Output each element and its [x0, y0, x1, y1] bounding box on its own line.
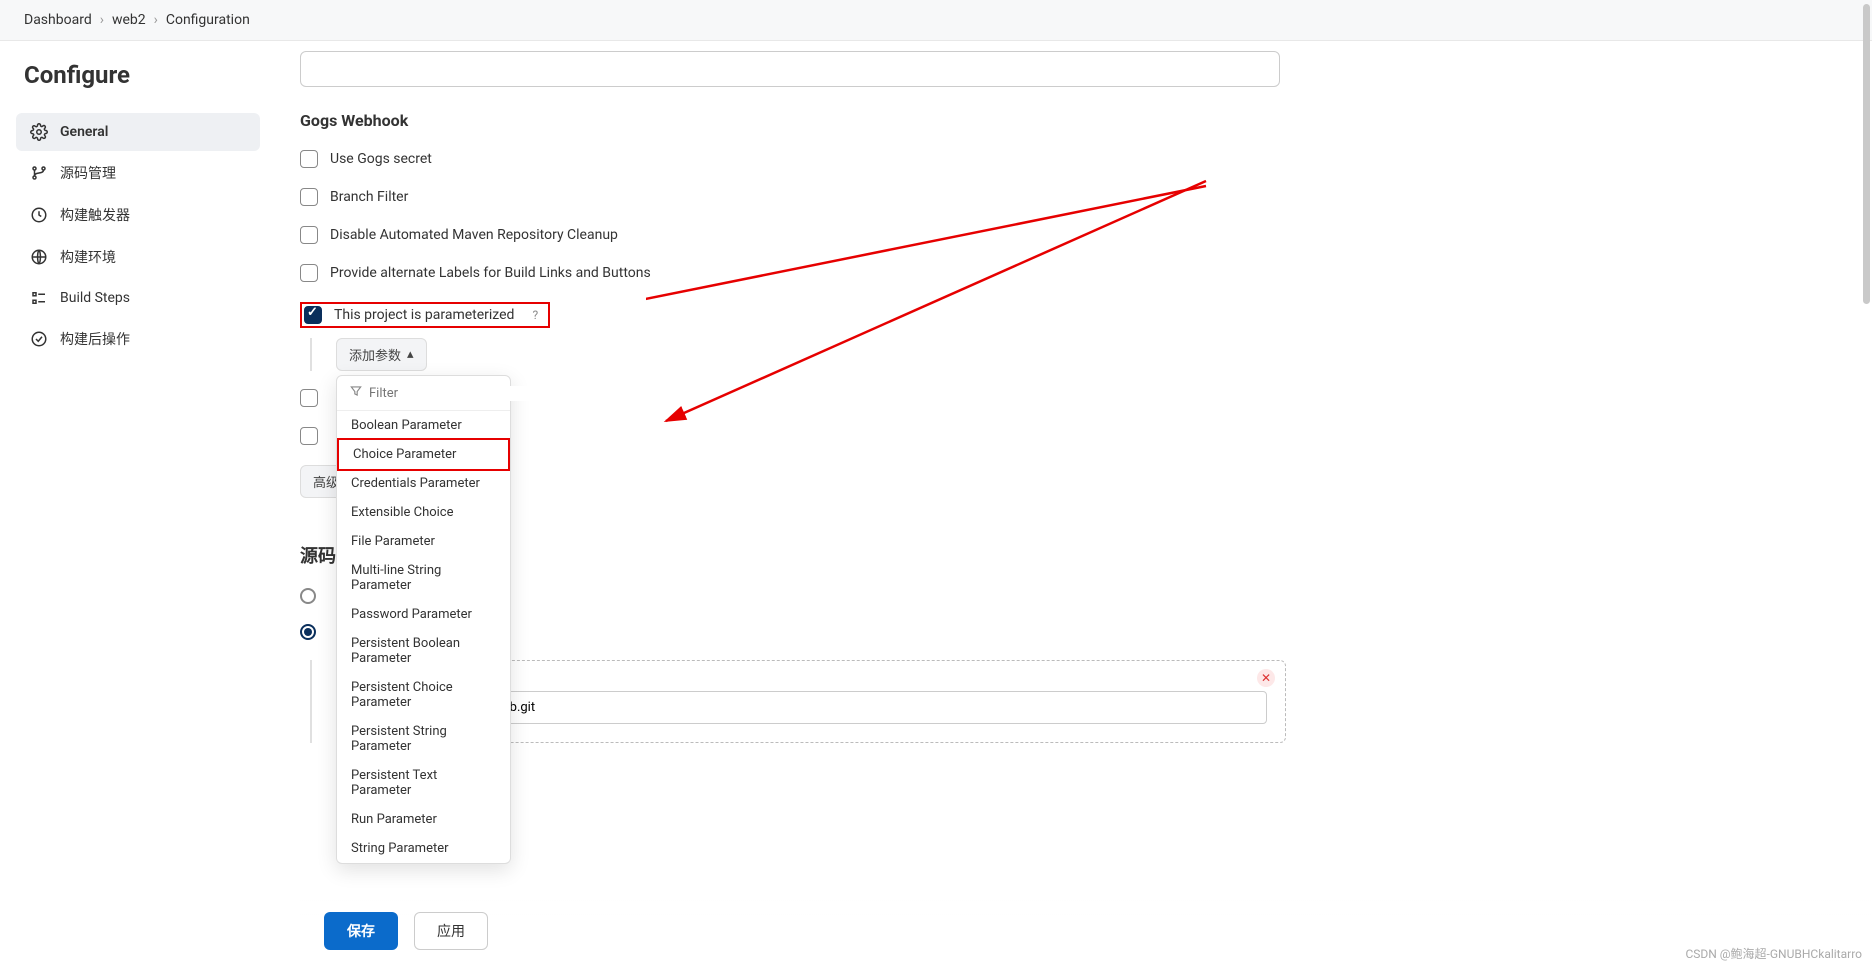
- filter-input[interactable]: [369, 386, 535, 401]
- sidebar-item-scm[interactable]: 源码管理: [16, 153, 260, 193]
- branch-icon: [30, 164, 48, 182]
- checkbox-label: Provide alternate Labels for Build Links…: [330, 265, 651, 281]
- dropdown-item-extensible[interactable]: Extensible Choice: [337, 498, 510, 527]
- chevron-right-icon: ›: [100, 12, 104, 28]
- help-icon[interactable]: ?: [532, 308, 538, 322]
- main-content: Gogs Webhook Use Gogs secret Branch Filt…: [276, 41, 1536, 843]
- dropdown-item-multiline[interactable]: Multi-line String Parameter: [337, 556, 510, 600]
- sidebar-item-label: General: [60, 124, 108, 140]
- sidebar-item-triggers[interactable]: 构建触发器: [16, 195, 260, 235]
- radio-icon: [300, 624, 316, 640]
- sidebar-item-postbuild[interactable]: 构建后操作: [16, 319, 260, 359]
- sidebar-item-buildsteps[interactable]: Build Steps: [16, 279, 260, 317]
- checkbox-icon: [300, 226, 318, 244]
- sidebar-item-label: 源码管理: [60, 163, 116, 183]
- watermark: CSDN @鲍海超-GNUBHCkalitarro: [1685, 945, 1862, 962]
- dropdown-item-pers-choice[interactable]: Persistent Choice Parameter: [337, 673, 510, 717]
- checkbox-parameterized-highlight: This project is parameterized ?: [300, 302, 550, 328]
- clock-icon: [30, 206, 48, 224]
- sidebar-item-general[interactable]: General: [16, 113, 260, 151]
- chevron-right-icon: ›: [154, 12, 158, 28]
- dropdown-item-choice[interactable]: Choice Parameter: [337, 438, 510, 471]
- footer-bar: 保存 应用: [300, 896, 1872, 966]
- breadcrumb-web2[interactable]: web2: [112, 12, 146, 28]
- breadcrumb: Dashboard › web2 › Configuration: [0, 0, 1872, 41]
- dropdown-item-pers-text[interactable]: Persistent Text Parameter: [337, 761, 510, 805]
- checkbox-label: This project is parameterized: [334, 307, 514, 323]
- checkbox-disable-maven[interactable]: Disable Automated Maven Repository Clean…: [300, 226, 1496, 244]
- close-icon[interactable]: ✕: [1257, 669, 1275, 687]
- add-parameter-button[interactable]: 添加参数 ▴: [336, 338, 427, 371]
- dropdown-item-string[interactable]: String Parameter: [337, 834, 510, 863]
- sidebar: Configure General 源码管理 构建触发器 构建环境: [0, 41, 276, 843]
- dropdown-item-pers-string[interactable]: Persistent String Parameter: [337, 717, 510, 761]
- checkbox-gogs-secret[interactable]: Use Gogs secret: [300, 150, 1496, 168]
- dropdown-item-password[interactable]: Password Parameter: [337, 600, 510, 629]
- sidebar-item-label: 构建后操作: [60, 329, 130, 349]
- filter-icon: [349, 384, 363, 402]
- chevron-up-icon: ▴: [407, 347, 414, 362]
- apply-button[interactable]: 应用: [414, 912, 488, 950]
- parameterized-block: 添加参数 ▴ Boolean Parameter Choice Paramete…: [310, 338, 1496, 371]
- globe-icon: [30, 248, 48, 266]
- checkbox-parameterized[interactable]: [304, 306, 322, 324]
- gogs-webhook-title: Gogs Webhook: [300, 111, 1496, 130]
- checklist-icon: [30, 330, 48, 348]
- checkbox-icon: [300, 188, 318, 206]
- checkbox-branch-filter[interactable]: Branch Filter: [300, 188, 1496, 206]
- sidebar-item-label: 构建环境: [60, 247, 116, 267]
- checkbox-label: Use Gogs secret: [330, 151, 432, 167]
- radio-icon: [300, 588, 316, 604]
- description-input[interactable]: [300, 51, 1280, 87]
- parameter-dropdown: Boolean Parameter Choice Parameter Crede…: [336, 375, 511, 864]
- checkbox-label: Branch Filter: [330, 189, 408, 205]
- list-icon: [30, 289, 48, 307]
- sidebar-item-label: Build Steps: [60, 290, 130, 306]
- breadcrumb-configuration[interactable]: Configuration: [166, 12, 250, 28]
- save-button[interactable]: 保存: [324, 912, 398, 950]
- dropdown-item-file[interactable]: File Parameter: [337, 527, 510, 556]
- checkbox-icon: [300, 427, 318, 445]
- breadcrumb-dashboard[interactable]: Dashboard: [24, 12, 92, 28]
- page-title: Configure: [16, 61, 260, 89]
- sidebar-item-label: 构建触发器: [60, 205, 130, 225]
- dropdown-item-run[interactable]: Run Parameter: [337, 805, 510, 834]
- add-parameter-label: 添加参数: [349, 345, 401, 364]
- checkbox-label: Disable Automated Maven Repository Clean…: [330, 227, 618, 243]
- dropdown-item-boolean[interactable]: Boolean Parameter: [337, 411, 510, 440]
- scrollbar[interactable]: [1863, 4, 1870, 304]
- gear-icon: [30, 123, 48, 141]
- dropdown-item-pers-bool[interactable]: Persistent Boolean Parameter: [337, 629, 510, 673]
- checkbox-icon: [300, 150, 318, 168]
- dropdown-item-credentials[interactable]: Credentials Parameter: [337, 469, 510, 498]
- checkbox-icon: [300, 389, 318, 407]
- sidebar-item-env[interactable]: 构建环境: [16, 237, 260, 277]
- checkbox-alt-labels[interactable]: Provide alternate Labels for Build Links…: [300, 264, 1496, 282]
- checkbox-icon: [300, 264, 318, 282]
